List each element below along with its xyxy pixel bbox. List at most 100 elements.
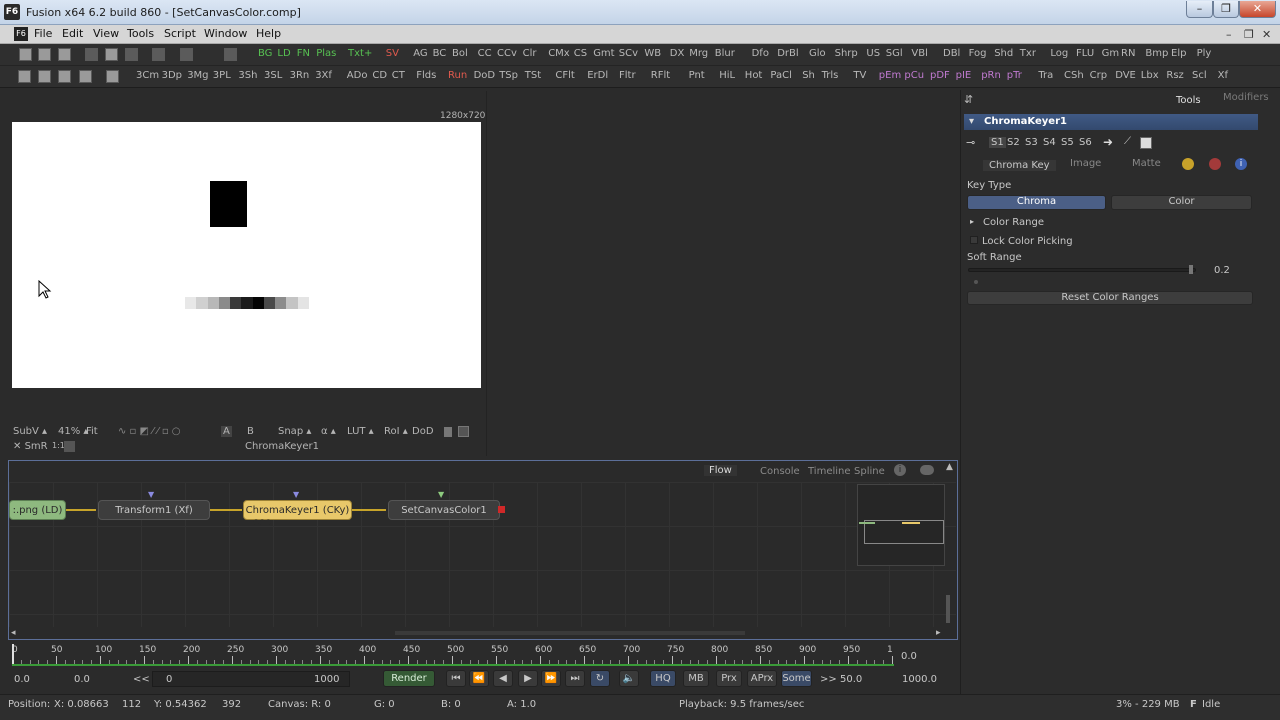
new-file-icon[interactable] [19,48,32,61]
subtab-image[interactable]: Image [1070,158,1101,169]
comment-icon[interactable] [920,465,934,475]
menu-script[interactable]: Script [164,27,196,40]
tool-button-3cm[interactable]: 3Cm [136,70,159,81]
setcanvas-input-arrow-icon[interactable]: ▼ [438,490,444,499]
tab-modifiers[interactable]: Modifiers [1223,92,1269,103]
tool-button-log[interactable]: Log [1050,48,1068,59]
tool-button-3sl[interactable]: 3SL [264,70,282,81]
tool-button-fog[interactable]: Fog [969,48,987,59]
menu-tools[interactable]: Tools [127,27,154,40]
node-loader[interactable]: :.png (LD) [9,500,66,520]
tool-button-pcu[interactable]: pCu [904,70,924,81]
layout-bottom-icon[interactable] [58,70,71,83]
render-range-bar[interactable] [12,664,894,666]
mb-toggle[interactable]: MB [683,670,709,687]
panel-menu-icon[interactable]: ⇵ [964,93,973,106]
tool-button-lbx[interactable]: Lbx [1141,70,1159,81]
tool-button-bmp[interactable]: Bmp [1145,48,1168,59]
viewer-canvas[interactable] [12,122,481,388]
tool-button-erdl[interactable]: ErDl [587,70,608,81]
playhead[interactable] [12,644,14,666]
tool-button-flds[interactable]: Flds [416,70,436,81]
tool-button-3pl[interactable]: 3PL [213,70,231,81]
snap-dropdown[interactable]: Snap ▴ [278,426,311,437]
tool-button-rflt[interactable]: RFlt [651,70,670,81]
tool-button-plas[interactable]: Plas [316,48,336,59]
fit-button[interactable]: Fit [86,426,98,437]
go-to-end-button[interactable]: ⏭ [565,670,585,687]
pin-icon[interactable]: ⊸ [966,136,975,149]
color-range-label[interactable]: Color Range [983,217,1044,228]
current-time-value[interactable]: 0.0 [901,651,917,662]
tool-button-gm[interactable]: Gm [1102,48,1120,59]
lock-color-picking-checkbox[interactable] [970,236,978,244]
step-value-field[interactable]: 50.0 [840,674,862,685]
close-button[interactable]: ✕ [1239,1,1276,18]
layout-single-icon[interactable] [18,70,31,83]
key-type-chroma-button[interactable]: Chroma [967,195,1106,210]
tool-button-cflt[interactable]: CFlt [555,70,574,81]
render-button[interactable]: Render [383,670,435,687]
zoom-dropdown[interactable]: 41% ▴ [58,426,88,437]
tool-button-scl[interactable]: Scl [1192,70,1207,81]
tool-button-cd[interactable]: CD [372,70,387,81]
node-chromakeyer1[interactable]: ChromaKeyer1 (CKy) [243,500,352,520]
alpha-dropdown[interactable]: α ▴ [321,426,336,437]
layout-quad-icon[interactable] [79,70,92,83]
node-setcanvascolor1[interactable]: SetCanvasColor1 [388,500,500,520]
version-slot-s3[interactable]: S3 [1025,137,1038,148]
tool-button-rsz[interactable]: Rsz [1166,70,1183,81]
menu-window[interactable]: Window [204,27,247,40]
mdi-restore-button[interactable]: ❐ [1244,28,1254,41]
menu-file[interactable]: File [34,27,52,40]
tab-timeline[interactable]: Timeline [808,466,851,477]
save-icon[interactable] [58,48,71,61]
smr-button[interactable]: ✕ SmR [13,441,48,452]
tool-button-ccv[interactable]: CCv [497,48,517,59]
tool-button-dbl[interactable]: DBl [943,48,960,59]
tool-button-tst[interactable]: TSt [525,70,541,81]
global-start-field[interactable]: 0.0 [14,674,30,685]
global-end-field[interactable]: 1000.0 [902,674,937,685]
tool-button-dve[interactable]: DVE [1115,70,1136,81]
version-slot-s1[interactable]: S1 [989,137,1006,148]
tool-button-csh[interactable]: CSh [1064,70,1084,81]
tool-button-bc[interactable]: BC [433,48,447,59]
tool-button-pacl[interactable]: PaCl [770,70,791,81]
tool-button-blur[interactable]: Blur [715,48,735,59]
tool-button-tra[interactable]: Tra [1038,70,1053,81]
tool-button-ptr[interactable]: pTr [1007,70,1022,81]
tool-button-hil[interactable]: HiL [719,70,735,81]
version-slot-s2[interactable]: S2 [1007,137,1020,148]
tool-button-trls[interactable]: Trls [822,70,839,81]
tab-console[interactable]: Console [760,466,800,477]
tool-button-sh[interactable]: Sh [802,70,815,81]
channel-icon[interactable] [64,441,75,452]
minimize-button[interactable]: – [1186,1,1213,18]
tool-button-xf[interactable]: Xf [1218,70,1228,81]
tool-button-flu[interactable]: FLU [1076,48,1094,59]
tool-button-3mg[interactable]: 3Mg [187,70,208,81]
cross-tool-icon[interactable] [224,48,237,61]
tool-button-scv[interactable]: SCv [619,48,638,59]
chroma-input-arrow-icon[interactable]: ▼ [293,490,299,499]
paste-icon[interactable] [125,48,138,61]
flow-horizontal-scrollbar[interactable] [395,631,745,635]
tab-spline[interactable]: Spline [854,466,885,477]
some-toggle[interactable]: Some [781,670,812,687]
dod-button[interactable]: DoD [412,426,434,437]
subtab-chroma-key[interactable]: Chroma Key [983,160,1056,171]
aprx-toggle[interactable]: APrx [747,670,777,687]
maximize-button[interactable]: ❐ [1213,1,1239,18]
soft-range-anim-dot[interactable] [974,280,978,284]
redo-icon[interactable] [180,48,193,61]
tool-button-prn[interactable]: pRn [981,70,1001,81]
tool-button-tv[interactable]: TV [853,70,866,81]
collapse-triangle-icon[interactable]: ▾ [969,116,974,127]
tool-button-fn[interactable]: FN [297,48,310,59]
open-file-icon[interactable] [38,48,51,61]
undo-icon[interactable] [152,48,165,61]
color-range-expand-icon[interactable]: ▸ [970,217,974,226]
subview-dropdown[interactable]: SubV ▴ [13,426,47,437]
tool-button-3xf[interactable]: 3Xf [315,70,332,81]
